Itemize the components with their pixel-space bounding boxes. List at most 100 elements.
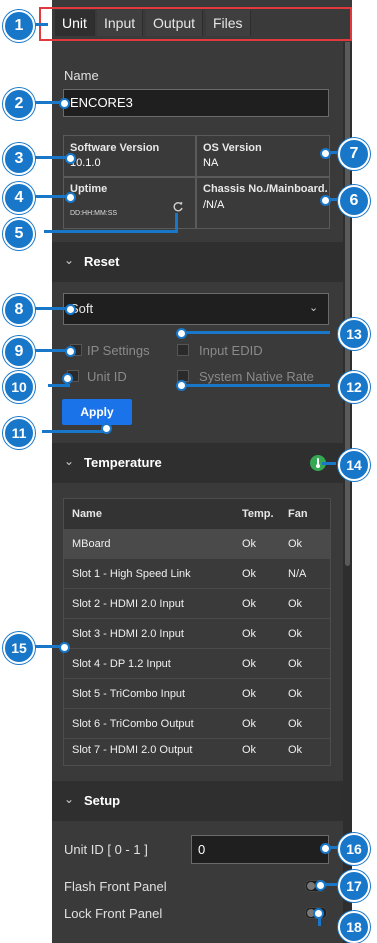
table-row[interactable]: Slot 4 - DP 1.2 Input Ok Ok [64,649,330,679]
callout-dot [65,304,76,315]
callout-16: 16 [338,833,370,865]
callout-dot [59,98,70,109]
callout-dot [320,148,331,159]
flash-front-panel-label: Flash Front Panel [64,879,167,894]
name-input[interactable]: ENCORE3 [63,89,329,117]
scrollbar-thumb[interactable] [345,36,350,566]
callout-15: 15 [3,632,35,664]
callout-7: 7 [338,138,370,170]
callout-13: 13 [338,318,370,350]
os-version-value: NA [203,157,219,169]
table-row[interactable]: MBoard Ok Ok [64,529,330,559]
toggle-knob [307,882,315,890]
callout-dot [315,880,326,891]
callout-18: 18 [338,911,370,943]
callout-6: 6 [338,185,370,217]
row-temp: Ok [242,718,257,730]
callout-1: 1 [3,10,35,42]
software-version-title: Software Version [70,142,160,154]
callout-dot [176,380,187,391]
row-fan: Ok [288,718,303,730]
row-fan: Ok [288,538,303,550]
table-row[interactable]: Slot 7 - HDMI 2.0 Output Ok Ok [64,735,330,765]
callout-leader-12 [180,384,330,387]
callout-8: 8 [3,294,35,326]
row-name: Slot 5 - TriCombo Input [72,688,186,700]
row-name: Slot 7 - HDMI 2.0 Output [72,744,193,756]
callout-dot [62,373,73,384]
row-temp: Ok [242,598,257,610]
row-fan: Ok [288,598,303,610]
temperature-section-title: Temperature [84,455,162,470]
callout-14: 14 [338,449,370,481]
table-row[interactable]: Slot 2 - HDMI 2.0 Input Ok Ok [64,589,330,619]
row-fan: N/A [288,568,307,580]
callout-4: 4 [3,182,35,214]
uptime-value: DD:HH:MM:SS [70,210,118,217]
header-temp: Temp. [242,508,274,520]
table-row[interactable]: Slot 1 - High Speed Link Ok N/A [64,559,330,589]
name-label: Name [64,68,99,83]
callout-2: 2 [3,88,35,120]
row-temp: Ok [242,538,257,550]
callout-12: 12 [338,371,370,403]
chevron-down-icon: ⌄ [64,253,75,267]
callout-leader-13 [180,331,330,334]
chassis-title: Chassis No./Mainboard... [203,183,328,195]
row-fan: Ok [288,658,303,670]
row-name: Slot 2 - HDMI 2.0 Input [72,598,184,610]
callout-dot [59,642,70,653]
callout-10: 10 [3,371,35,403]
callout-leader-11 [42,430,106,433]
row-temp: Ok [242,688,257,700]
table-row[interactable]: Slot 3 - HDMI 2.0 Input Ok Ok [64,619,330,649]
callout-3: 3 [3,143,35,175]
unit-id-field-label: Unit ID [ 0 - 1 ] [64,842,148,857]
os-version-title: OS Version [203,142,262,154]
header-name: Name [72,508,102,520]
input-edid-label: Input EDID [199,343,263,358]
callout-dot [65,192,76,203]
row-temp: Ok [242,658,257,670]
input-edid-checkbox[interactable] [177,344,189,356]
refresh-icon[interactable] [172,201,184,213]
lock-front-panel-label: Lock Front Panel [64,906,163,921]
callout-leader-5b [44,230,178,233]
row-fan: Ok [288,688,303,700]
callout-leader-1 [34,23,48,26]
callout-leader-14 [322,462,336,465]
setup-section-header[interactable]: ⌄ Setup [52,781,343,821]
row-fan: Ok [288,628,303,640]
ip-settings-label: IP Settings [87,343,150,358]
reset-type-select[interactable]: Soft [63,293,329,325]
system-native-rate-label: System Native Rate [199,369,314,384]
callout-dot [320,195,331,206]
temperature-section-header[interactable]: ⌄ Temperature [52,443,343,483]
tab-highlight-outline [39,7,352,41]
callout-dot [320,843,331,854]
callout-17: 17 [338,870,370,902]
unit-id-input[interactable]: 0 [191,835,329,864]
row-name: Slot 6 - TriCombo Output [72,718,194,730]
row-name: Slot 1 - High Speed Link [72,568,191,580]
callout-dot [313,908,324,919]
chevron-down-icon[interactable]: ⌄ [309,301,318,314]
callout-dot [65,153,76,164]
row-temp: Ok [242,744,257,756]
table-header: Name Temp. Fan [64,499,330,529]
chevron-down-icon: ⌄ [64,454,75,468]
chevron-down-icon: ⌄ [64,792,75,806]
row-name: Slot 3 - HDMI 2.0 Input [72,628,184,640]
callout-dot [101,423,112,434]
header-fan: Fan [288,508,308,520]
callout-dot [176,328,187,339]
row-fan: Ok [288,744,303,756]
apply-button[interactable]: Apply [62,399,132,425]
callout-11: 11 [3,417,35,449]
table-row[interactable]: Slot 5 - TriCombo Input Ok Ok [64,679,330,709]
callout-5: 5 [3,218,35,250]
row-name: MBoard [72,538,111,550]
reset-section-header[interactable]: ⌄ Reset [52,242,343,282]
callout-dot [65,346,76,357]
callout-9: 9 [3,336,35,368]
